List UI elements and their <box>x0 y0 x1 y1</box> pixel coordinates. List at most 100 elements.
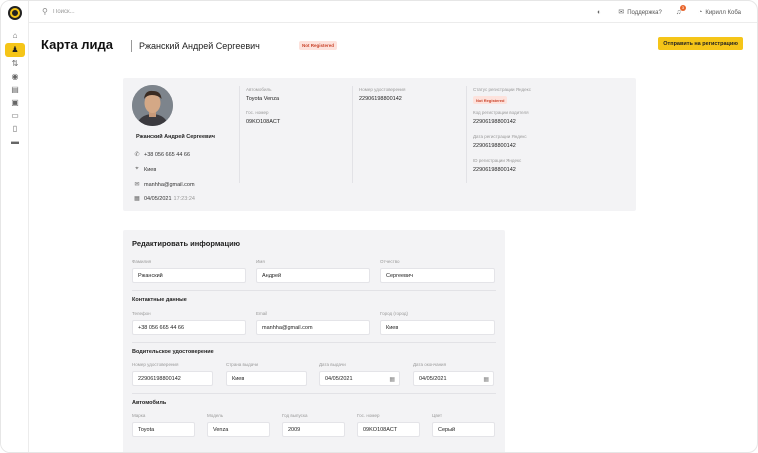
city-label: Город (город) <box>380 311 408 316</box>
person-name: Ржанский Андрей Сергеевич <box>139 41 260 51</box>
car-icon[interactable]: ▭ <box>5 110 25 123</box>
name-field[interactable]: Андрей <box>256 268 370 283</box>
lead-name: Ржанский Андрей Сергеевич <box>136 134 215 140</box>
name-label: Имя <box>256 259 265 264</box>
license-value: 22906198800142 <box>359 96 402 102</box>
license-section-title: Водительское удостоверение <box>132 349 214 355</box>
model-label: Модель <box>207 413 224 418</box>
lead-email: ✉ manhha@gmail.com <box>133 181 195 189</box>
year-field[interactable]: 2009 <box>282 422 345 437</box>
lead-date-value: 04/05/2021 <box>144 195 172 202</box>
user-menu[interactable]: ◔ Кирилл Коба <box>698 9 741 16</box>
expiry-date-label: Дата окончания <box>413 362 447 367</box>
search-icon: ⚲ <box>42 7 48 16</box>
reg-date-value: 22906198800142 <box>473 143 516 149</box>
issue-date-value: 04/05/2021 <box>325 375 353 382</box>
divider <box>132 290 496 291</box>
divider <box>239 86 240 183</box>
user-name: Кирилл Коба <box>705 9 741 16</box>
calendar-icon: ▦ <box>134 196 140 202</box>
user-icon: ◔ <box>698 8 703 16</box>
divider <box>352 86 353 183</box>
divider <box>466 86 467 183</box>
mail-icon: ✉ <box>134 182 140 188</box>
transfer-icon[interactable]: ⇅ <box>5 58 25 71</box>
avatar <box>132 85 173 126</box>
lead-phone: ✆ +38 056 665 44 66 <box>133 151 191 159</box>
expiry-date-value: 04/05/2021 <box>419 375 447 382</box>
app-window: ⌂ ♟ ⇅ ◉ ▤ ▣ ▭ ▯ ▬ ⚲ ◐ ✉Поддержка? ♫3 ◔Ки… <box>0 0 758 453</box>
user-icon[interactable]: ◉ <box>5 71 25 84</box>
lead-time-value: 17:23:24 <box>173 195 195 202</box>
phone-label: Телефон <box>132 311 151 316</box>
expiry-date-field[interactable]: 04/05/2021 ▦ <box>413 371 494 386</box>
surname-label: Фамилия <box>132 259 152 264</box>
support-label: Поддержка? <box>627 10 662 16</box>
brand-label: Марка <box>132 413 146 418</box>
car-label: Автомобиль <box>246 87 272 92</box>
topbar-actions: ◐ ✉ Поддержка? ♫ 3 ◔ Кирилл Коба <box>597 1 741 23</box>
color-field[interactable]: Серый <box>432 422 495 437</box>
phone-field[interactable]: +38 056 665 44 66 <box>132 320 246 335</box>
lead-card: Ржанский Андрей Сергеевич ✆ +38 056 665 4… <box>123 78 636 211</box>
reg-id-value: 22906198800142 <box>473 167 516 173</box>
model-field[interactable]: Venza <box>207 422 270 437</box>
issue-date-label: Дата выдачи <box>319 362 346 367</box>
notifications-button[interactable]: ♫ 3 <box>676 4 686 16</box>
issue-date-field[interactable]: 04/05/2021 ▦ <box>319 371 400 386</box>
reg-date-label: Дата регистрации Яндекс <box>473 134 527 139</box>
location-icon: ⌖ <box>135 166 139 172</box>
lead-email-value: manhha@gmail.com <box>144 181 195 188</box>
logo[interactable] <box>8 6 22 20</box>
document-icon[interactable]: ▯ <box>5 123 25 136</box>
sidebar: ⌂ ♟ ⇅ ◉ ▤ ▣ ▭ ▯ ▬ <box>1 1 29 452</box>
lead-city: ⌖ Киев <box>133 166 156 173</box>
car-section-title: Автомобиль <box>132 400 167 406</box>
city-field[interactable]: Киев <box>380 320 495 335</box>
leads-icon[interactable]: ♟ <box>5 42 25 57</box>
lead-date: ▦ 04/05/2021 17:23:24 <box>133 195 195 203</box>
country-field[interactable]: Киев <box>226 371 307 386</box>
car-plate-field[interactable]: 09KO108ACT <box>357 422 420 437</box>
license-label: Номер удостоверения <box>359 87 406 92</box>
theme-icon[interactable]: ◐ <box>597 9 601 16</box>
send-to-registration-button[interactable]: Отправить на регистрацию <box>658 37 743 50</box>
plate-value: 09KO108ACT <box>246 119 281 125</box>
topbar: ⚲ ◐ ✉Поддержка? ♫3 ◔Кирилл Коба <box>29 1 757 23</box>
chat-icon: ✉ <box>618 9 625 16</box>
calendar-icon[interactable]: ▦ <box>483 376 489 383</box>
year-label: Год выпуска <box>282 413 308 418</box>
box-icon[interactable]: ▣ <box>5 97 25 110</box>
lead-phone-value: +38 056 665 44 66 <box>144 151 191 158</box>
card-icon[interactable]: ▬ <box>5 136 25 149</box>
status-badge: Not Registered <box>299 41 338 50</box>
title-divider <box>131 40 132 52</box>
page-title: Карта лида <box>41 37 114 52</box>
edit-form-title: Редактировать информацию <box>132 239 241 248</box>
patronymic-label: Отчество <box>380 259 400 264</box>
reg-id-label: ID регистрации Яндекс <box>473 158 522 163</box>
email-label: Email <box>256 311 268 316</box>
car-value: Toyota Venza <box>246 96 280 102</box>
reg-status-badge: Not Registered <box>473 96 508 104</box>
home-icon[interactable]: ⌂ <box>5 29 25 42</box>
sidebar-nav: ⌂ ♟ ⇅ ◉ ▤ ▣ ▭ ▯ ▬ <box>5 29 25 149</box>
divider <box>132 393 496 394</box>
surname-field[interactable]: Ржанский <box>132 268 246 283</box>
calendar-icon[interactable]: ▦ <box>389 376 395 383</box>
patronymic-field[interactable]: Сергеевич <box>380 268 495 283</box>
license-number-field[interactable]: 22906198800142 <box>132 371 213 386</box>
brand-field[interactable]: Toyota <box>132 422 195 437</box>
reg-status-label: Статус регистрации Яндекс <box>473 87 531 92</box>
driver-code-label: Код регистрации водителя <box>473 110 529 115</box>
license-number-label: Номер удостоверения <box>132 362 179 367</box>
search-input[interactable] <box>53 5 203 19</box>
edit-form: Редактировать информацию Фамилия Ржански… <box>123 230 505 452</box>
email-field[interactable]: manhha@gmail.com <box>256 320 370 335</box>
country-label: Страна выдачи <box>226 362 259 367</box>
support-link[interactable]: ✉ Поддержка? <box>618 8 662 16</box>
lead-city-value: Киев <box>144 166 157 173</box>
contacts-section-title: Контактные данные <box>132 297 187 303</box>
clipboard-icon[interactable]: ▤ <box>5 84 25 97</box>
notification-badge: 3 <box>679 4 686 11</box>
